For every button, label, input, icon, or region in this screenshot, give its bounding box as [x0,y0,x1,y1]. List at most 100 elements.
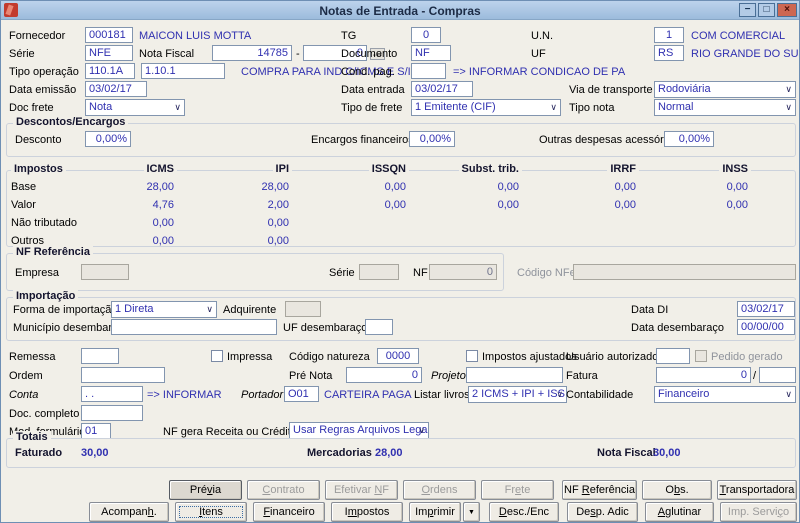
itens-button[interactable]: Itens [175,502,247,522]
contabilidade-select[interactable]: Financeiro ∨ [654,386,796,403]
nf-ref-nf-input[interactable]: 0 [429,264,497,280]
un-input[interactable]: 1 [654,27,684,43]
tipo-frete-select[interactable]: 1 Emitente (CIF) ∨ [411,99,561,116]
forma-importacao-select[interactable]: 1 Direta ∨ [111,301,217,318]
projeto-label: Projeto [431,370,466,382]
uf-label: UF [531,48,546,60]
maximize-button[interactable]: □ [758,3,775,17]
tipo-operacao-code-input[interactable]: 110.1A [85,63,135,79]
fatura-parcela-input[interactable] [759,367,796,383]
doc-frete-label: Doc frete [9,102,54,114]
usuario-autorizado-input[interactable] [656,348,690,364]
mod-formulario-input[interactable]: 01 [81,423,111,439]
close-button[interactable]: × [777,3,797,17]
tg-input[interactable]: 0 [411,27,441,43]
forma-importacao-label: Forma de importação [13,304,118,316]
nf-ref-nf-label: NF [413,267,428,279]
cond-pag-hint: => INFORMAR CONDICAO DE PA [453,66,626,78]
imprimir-button[interactable]: Imprimir [409,502,461,522]
maximize-icon: □ [763,4,770,15]
documento-input[interactable]: NF [411,45,451,61]
outras-despesas-input[interactable]: 0,00% [664,131,714,147]
fatura-input[interactable]: 0 [656,367,751,383]
nf-gera-label: NF gera Receita ou Crédito [163,426,297,438]
fornecedor-input[interactable]: 000181 [85,27,133,43]
ordem-label: Ordem [9,370,43,382]
impostos-title: Impostos [11,163,66,175]
pre-nota-input[interactable]: 0 [346,367,422,383]
efetivar-nf-button: Efetivar NF [325,480,398,500]
tipo-operacao-label: Tipo operação [9,66,79,78]
codigo-nfe-input[interactable] [573,264,796,280]
nf-referencia-button[interactable]: NF Referência [562,480,637,500]
encargos-input[interactable]: 0,00% [409,131,455,147]
totais-title: Totais [13,431,51,443]
transportadora-button[interactable]: Transportadora [717,480,797,500]
uf-input[interactable]: RS [654,45,684,61]
ordem-input[interactable] [81,367,165,383]
conta-input[interactable]: . . [81,386,143,402]
cond-pag-input[interactable] [411,63,446,79]
nf-gera-select[interactable]: Usar Regras Arquivos Legais ∨ [289,422,429,439]
remessa-label: Remessa [9,351,56,363]
impostos-ajustados-checkbox[interactable] [466,350,478,362]
impostos-cell: 0,00 [614,199,636,211]
impostos-cell: 28,00 [146,181,174,193]
portador-input[interactable]: O01 [284,386,319,402]
desc-enc-button[interactable]: Desc./Enc [489,502,559,522]
data-entrada-input[interactable]: 03/02/17 [411,81,473,97]
fatura-separator: / [753,370,757,382]
mercadorias-label: Mercadorias [307,447,372,459]
financeiro-button[interactable]: Financeiro [253,502,325,522]
dropdown-arrow-icon: ▼ [468,509,475,516]
impressa-checkbox[interactable] [211,350,223,362]
obs-button[interactable]: Obs. [642,480,712,500]
codigo-natureza-input[interactable]: 0000 [377,348,419,364]
via-transporte-select[interactable]: Rodoviária ∨ [654,81,796,98]
chevron-down-icon: ∨ [206,304,213,314]
chevron-down-icon: ∨ [174,102,181,112]
impostos-cell: 0,00 [497,181,519,193]
impostos-cell: 4,76 [152,199,174,211]
acompanhamento-button[interactable]: Acompanh. [89,502,169,522]
impostos-cell: 0,00 [152,235,174,247]
nota-fiscal-total-label: Nota Fiscal [597,447,656,459]
projeto-input[interactable] [466,367,563,383]
uf-desembaraco-input[interactable] [365,319,393,335]
conta-label: Conta [9,389,39,401]
data-desembaraco-input[interactable]: 00/00/00 [737,319,795,335]
empresa-label: Empresa [15,267,60,279]
codigo-nfe-label: Código NFe [517,267,576,279]
tipo-operacao-cfop-input[interactable]: 1.10.1 [141,63,225,79]
desconto-input[interactable]: 0,00% [85,131,131,147]
data-di-label: Data DI [631,304,669,316]
impostos-button[interactable]: Impostos [331,502,403,522]
encargos-label: Encargos financeiros [311,134,414,146]
faturado-label: Faturado [15,447,63,459]
fornecedor-name: MAICON LUIS MOTTA [139,30,252,42]
nf-ref-serie-input[interactable] [359,264,399,280]
impostos-ajustados-label: Impostos ajustados [482,351,577,363]
desp-adic-button[interactable]: Desp. Adic [567,502,638,522]
un-name: COM COMERCIAL [691,30,786,42]
listar-livros-select[interactable]: 2 ICMS + IPI + ISS ∨ [468,386,567,403]
doc-completo-input[interactable] [81,405,143,421]
municipio-desembaraco-input[interactable] [111,319,277,335]
nota-fiscal-input[interactable]: 14785 [212,45,292,61]
previa-button[interactable]: Prévia [169,480,242,500]
fatura-label: Fatura [566,370,598,382]
fornecedor-label: Fornecedor [9,30,66,42]
impostos-cell: 28,00 [261,181,289,193]
serie-input[interactable]: NFE [85,45,133,61]
adquirente-input[interactable] [285,301,321,317]
data-emissao-input[interactable]: 03/02/17 [85,81,147,97]
tipo-nota-select[interactable]: Normal ∨ [654,99,796,116]
minimize-button[interactable]: − [739,3,756,17]
un-label: U.N. [531,30,553,42]
aglutinar-button[interactable]: Aglutinar [645,502,714,522]
empresa-input[interactable] [81,264,129,280]
doc-frete-select[interactable]: Nota ∨ [85,99,185,116]
data-di-input[interactable]: 03/02/17 [737,301,795,317]
imprimir-dropdown-button[interactable]: ▼ [463,502,480,522]
remessa-input[interactable] [81,348,119,364]
